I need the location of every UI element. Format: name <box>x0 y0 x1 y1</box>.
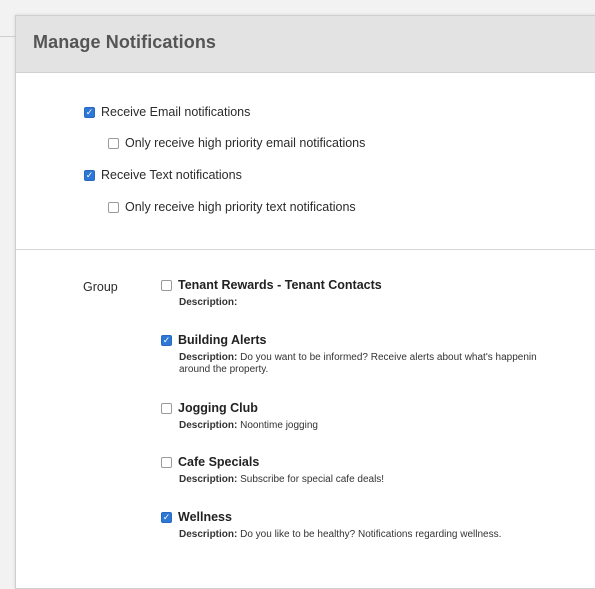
group-description: Description: Do you want to be informed?… <box>179 352 595 376</box>
group-description: Description: Do you like to be healthy? … <box>179 529 595 541</box>
description-label: Description: <box>179 420 238 431</box>
group-title-row[interactable]: Tenant Rewards - Tenant Contacts <box>161 278 595 292</box>
description-text-line-1: Do you like to be healthy? Notifications… <box>240 529 502 540</box>
group-item-building-alerts: Building Alerts Description: Do you want… <box>161 333 595 376</box>
panel-title: Manage Notifications <box>33 32 217 52</box>
group-title-row[interactable]: Cafe Specials <box>161 455 595 469</box>
high-priority-text-checkbox[interactable] <box>108 201 119 213</box>
group-checkbox-jogging-club[interactable] <box>161 402 172 414</box>
receive-email-checkbox[interactable] <box>84 106 95 118</box>
group-checkbox-wellness[interactable] <box>161 511 172 523</box>
group-item-wellness: Wellness Description: Do you like to be … <box>161 510 595 541</box>
receive-text-checkbox[interactable] <box>84 169 95 181</box>
group-description: Description: Subscribe for special cafe … <box>179 474 595 486</box>
group-item-jogging-club: Jogging Club Description: Noontime joggi… <box>161 401 595 432</box>
receive-email-label: Receive Email notifications <box>101 105 251 119</box>
high-priority-text-label: Only receive high priority text notifica… <box>125 200 356 214</box>
section-divider <box>16 249 595 250</box>
description-text-line-1: Subscribe for special cafe deals! <box>240 474 385 485</box>
group-title-row[interactable]: Jogging Club <box>161 401 595 415</box>
group-checkbox-tenant-rewards[interactable] <box>161 279 172 291</box>
description-text-line-1: Noontime jogging <box>240 420 318 431</box>
group-title-row[interactable]: Building Alerts <box>161 333 595 347</box>
group-item-tenant-rewards: Tenant Rewards - Tenant Contacts Descrip… <box>161 278 595 309</box>
description-label: Description: <box>179 297 238 308</box>
group-item-cafe-specials: Cafe Specials Description: Subscribe for… <box>161 455 595 486</box>
group-name: Tenant Rewards - Tenant Contacts <box>178 278 382 292</box>
high-priority-email-checkbox[interactable] <box>108 137 119 149</box>
group-name: Wellness <box>178 510 232 524</box>
description-label: Description: <box>179 474 238 485</box>
group-description: Description: Noontime jogging <box>179 420 595 432</box>
high-priority-email-label: Only receive high priority email notific… <box>125 136 366 150</box>
description-label: Description: <box>179 352 238 363</box>
group-name: Jogging Club <box>178 401 258 415</box>
group-checkbox-cafe-specials[interactable] <box>161 456 172 468</box>
group-name: Cafe Specials <box>178 455 260 469</box>
group-description: Description: <box>179 297 595 309</box>
panel-header: Manage Notifications <box>16 16 595 73</box>
receive-text-option[interactable]: Receive Text notifications <box>84 168 242 182</box>
description-label: Description: <box>179 529 238 540</box>
high-priority-text-option[interactable]: Only receive high priority text notifica… <box>108 200 356 214</box>
manage-notifications-panel: Manage Notifications Receive Email notif… <box>15 15 595 589</box>
group-title-row[interactable]: Wellness <box>161 510 595 524</box>
high-priority-email-option[interactable]: Only receive high priority email notific… <box>108 136 365 150</box>
background-line <box>0 36 16 37</box>
receive-text-label: Receive Text notifications <box>101 168 242 182</box>
description-text-line-1: Do you want to be informed? Receive aler… <box>240 352 537 363</box>
description-text-line-2: around the property. <box>179 364 269 375</box>
group-label: Group <box>83 280 118 294</box>
group-checkbox-building-alerts[interactable] <box>161 334 172 346</box>
group-name: Building Alerts <box>178 333 267 347</box>
receive-email-option[interactable]: Receive Email notifications <box>84 105 250 119</box>
